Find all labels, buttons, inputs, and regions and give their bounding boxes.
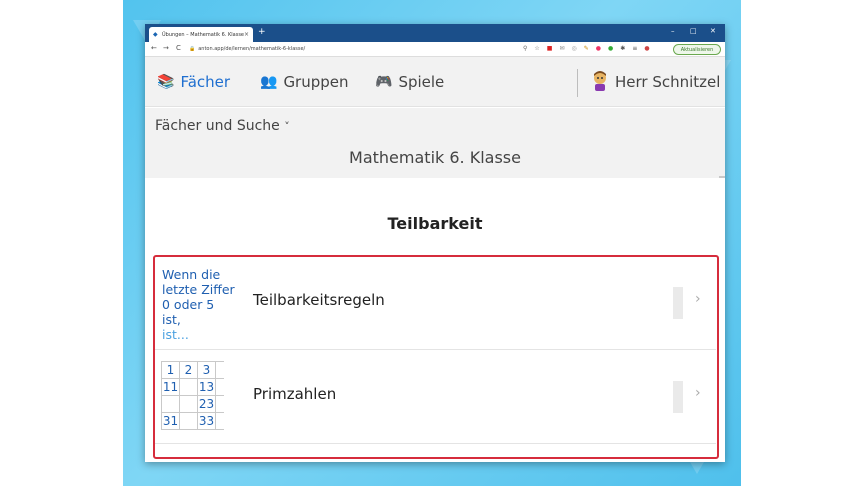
group-icon: 👥 <box>260 74 278 90</box>
user-name[interactable]: Herr Schnitzel <box>615 73 720 91</box>
section-title: Teilbarkeit <box>387 214 483 233</box>
course-title: Mathematik 6. Klasse <box>349 148 521 167</box>
nav-spiele[interactable]: 🎮 Spiele <box>375 73 444 91</box>
url-field[interactable]: 🔒 anton.app/de/lernen/mathematik-6-klasse… <box>189 44 519 55</box>
course-content: Teilbarkeit Wenn die letzte Ziffer 0 ode… <box>145 178 725 462</box>
app-navbar: 📚 Fächer 👥 Gruppen 🎮 Spiele Herr Schnitz… <box>145 57 725 107</box>
tab-close-icon[interactable]: × <box>244 31 249 38</box>
tab-title: Übungen – Mathematik 6. Klasse <box>162 31 244 38</box>
course-header: Fächer und Suche ˅ Mathematik 6. Klasse <box>145 108 725 178</box>
nav-faecher-label: Fächer <box>180 73 231 91</box>
address-bar-row: ← → C 🔒 anton.app/de/lernen/mathematik-6-… <box>145 42 725 57</box>
new-tab-button[interactable]: + <box>258 27 266 37</box>
extension-color-icon[interactable]: ● <box>596 45 601 52</box>
subjects-search-menu[interactable]: Fächer und Suche ˅ <box>155 118 290 134</box>
extension-grey-icon[interactable]: ◎ <box>572 45 577 52</box>
browser-window: ◆ Übungen – Mathematik 6. Klasse × + – □… <box>145 24 725 462</box>
user-avatar-icon[interactable] <box>591 70 609 92</box>
books-icon: 📚 <box>157 74 175 90</box>
browser-tab[interactable]: ◆ Übungen – Mathematik 6. Klasse × <box>149 27 253 42</box>
extension-red-icon[interactable]: ■ <box>547 45 553 52</box>
update-button[interactable]: Aktualisieren <box>673 44 721 55</box>
zoom-icon[interactable]: ⚲ <box>523 45 527 52</box>
lock-icon: 🔒 <box>189 46 196 52</box>
profile-icon[interactable]: ● <box>644 45 649 52</box>
close-window-button[interactable]: ✕ <box>710 27 716 35</box>
chevron-down-icon: ˅ <box>284 120 290 133</box>
maximize-button[interactable]: □ <box>690 27 697 35</box>
gamepad-icon: 🎮 <box>375 74 393 90</box>
extension-icons: ⚲ ☆ ■ ✉ ◎ ✎ ● ● ✱ ≡ ● <box>523 45 650 52</box>
anton-favicon-icon: ◆ <box>153 30 158 38</box>
navbar-divider <box>577 69 578 97</box>
nav-gruppen[interactable]: 👥 Gruppen <box>260 73 349 91</box>
media-icon[interactable]: ≡ <box>632 45 637 52</box>
forward-button[interactable]: → <box>163 44 169 52</box>
extension-mail-icon[interactable]: ✉ <box>559 45 564 52</box>
extensions-puzzle-icon[interactable]: ✱ <box>620 45 625 52</box>
subjects-search-label: Fächer und Suche <box>155 118 280 134</box>
extension-globe-icon[interactable]: ● <box>608 45 613 52</box>
back-button[interactable]: ← <box>151 44 157 52</box>
reload-button[interactable]: C <box>176 44 181 52</box>
url-text: anton.app/de/lernen/mathematik-6-klasse/ <box>198 46 306 52</box>
minimize-button[interactable]: – <box>671 27 675 35</box>
nav-faecher[interactable]: 📚 Fächer <box>157 73 230 91</box>
nav-spiele-label: Spiele <box>398 73 445 91</box>
extension-pen-icon[interactable]: ✎ <box>584 45 589 52</box>
star-icon[interactable]: ☆ <box>534 45 539 52</box>
browser-titlebar: ◆ Übungen – Mathematik 6. Klasse × + – □… <box>145 24 725 42</box>
nav-gruppen-label: Gruppen <box>283 73 349 91</box>
highlight-box <box>153 255 719 459</box>
